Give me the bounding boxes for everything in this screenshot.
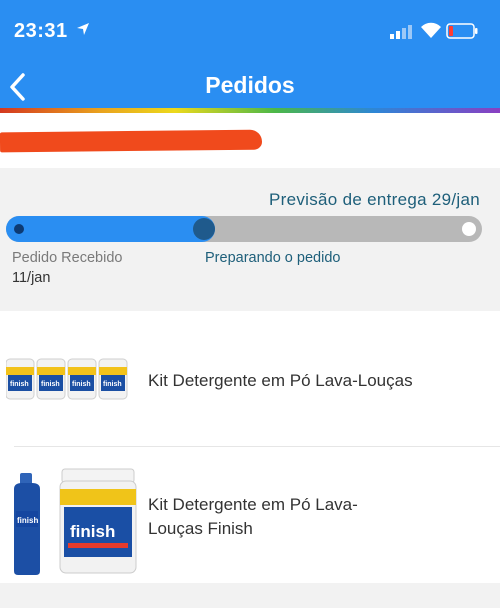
page-title: Pedidos <box>205 72 295 98</box>
location-arrow-icon <box>77 23 89 35</box>
svg-text:finish: finish <box>103 381 122 388</box>
svg-text:finish: finish <box>72 381 91 388</box>
customer-name-row <box>0 113 500 168</box>
svg-text:finish: finish <box>70 522 115 541</box>
svg-text:finish: finish <box>41 381 60 388</box>
svg-text:finish: finish <box>10 381 29 388</box>
product-image-bottle-and-tub: finish finish <box>14 468 137 575</box>
nav-bar: Pedidos <box>0 62 500 108</box>
bottom-spacer <box>0 583 500 608</box>
step-pedido-recebido-date: 11/jan <box>12 270 51 286</box>
step-pedido-recebido: Pedido Recebido <box>12 250 123 266</box>
list-item[interactable]: finish finish finish finish Kit Detergen… <box>0 311 500 446</box>
status-time: 23:31 <box>14 20 68 42</box>
progress-end-dot <box>462 222 476 236</box>
delivery-forecast: Previsão de entrega 29/jan <box>269 190 480 209</box>
battery-low-icon <box>446 23 478 39</box>
progress-current-dot <box>193 218 215 240</box>
app-header: 23:31 Pedidos <box>0 0 500 111</box>
svg-text:finish: finish <box>17 516 38 525</box>
delivery-status-panel: Previsão de entrega 29/jan Pedido Recebi… <box>0 168 500 311</box>
redacted-customer-name <box>0 129 263 153</box>
product-image-four-tubs: finish finish finish finish <box>6 358 128 400</box>
list-item[interactable]: finish finish Kit Detergente em Pó Lava-… <box>0 447 500 583</box>
step-preparando-pedido: Preparando o pedido <box>205 250 341 266</box>
progress-track <box>6 216 482 242</box>
progress-fill <box>6 216 215 242</box>
progress-start-dot <box>14 224 24 234</box>
item-name: Kit Detergente em Pó Lava-Louças <box>148 371 413 390</box>
wifi-icon <box>421 22 441 38</box>
order-items-list: finish finish finish finish Kit Detergen… <box>0 311 500 583</box>
item-name: Kit Detergente em Pó Lava-Louças Finish <box>148 495 358 538</box>
cellular-signal-icon <box>390 25 412 39</box>
status-bar: 23:31 <box>0 0 500 60</box>
